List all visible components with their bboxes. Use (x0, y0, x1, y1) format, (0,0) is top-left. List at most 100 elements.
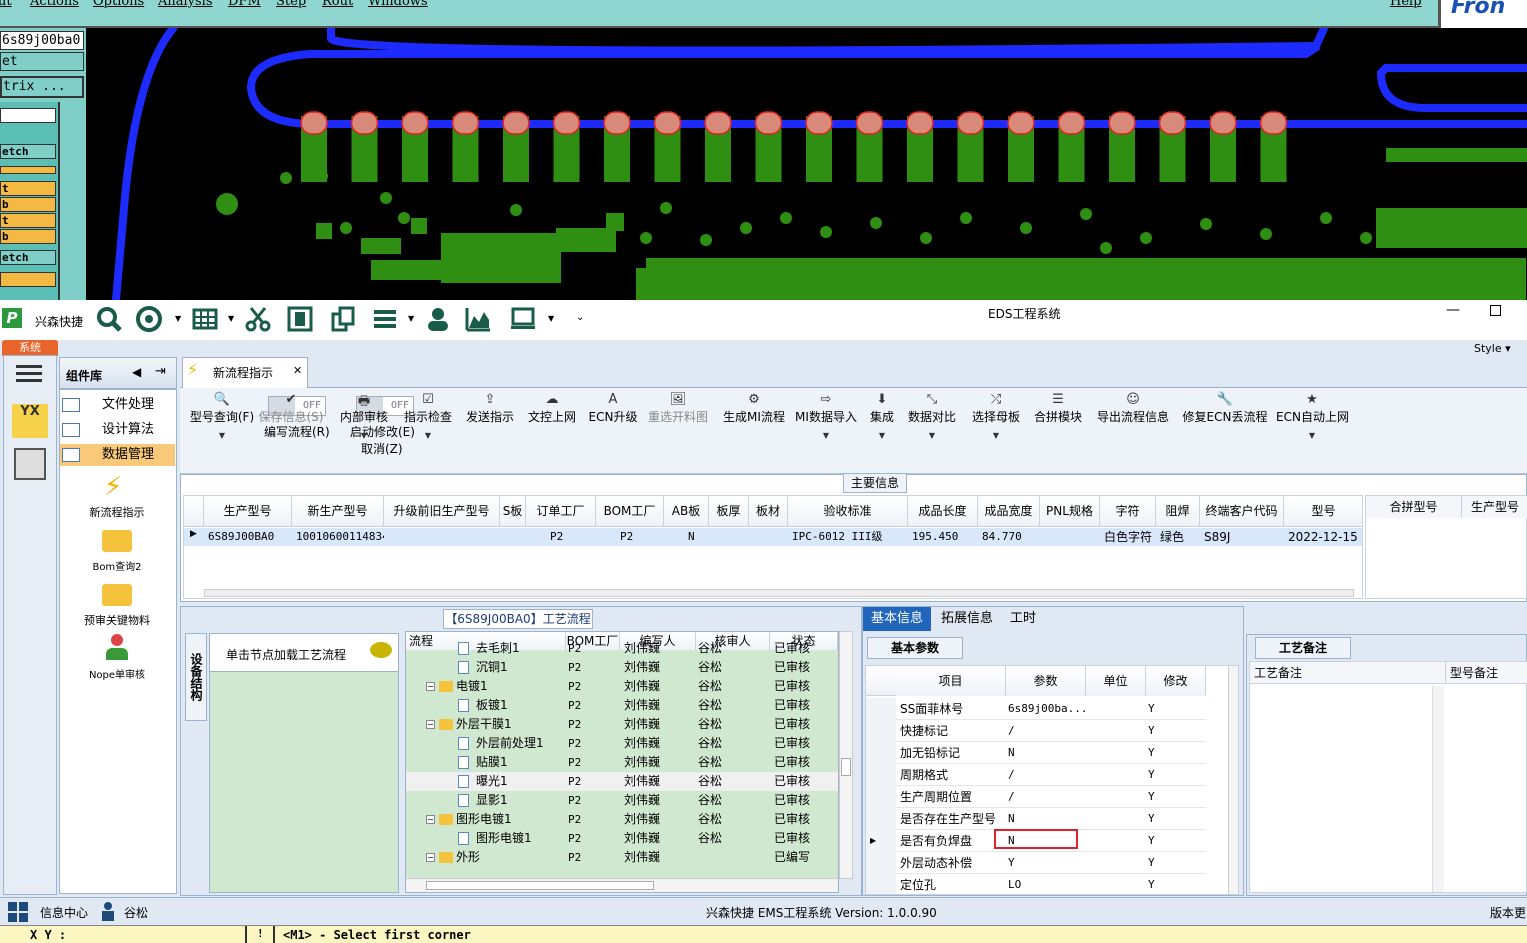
toolbar-button-4[interactable]: ☁ 文控上网 (524, 392, 580, 425)
layer-input[interactable] (0, 108, 56, 123)
dropdown-arrow-icon[interactable]: ▼ (408, 314, 414, 323)
table-cell[interactable] (384, 528, 500, 546)
dropdown-arrow-icon[interactable]: ▼ (792, 431, 860, 440)
menu-item-windows[interactable]: Windows (368, 0, 428, 9)
area-chart-icon[interactable] (465, 306, 491, 332)
user-icon[interactable] (425, 306, 451, 332)
expand-icon[interactable]: − (426, 682, 435, 691)
table-cell[interactable] (1040, 528, 1100, 546)
col-header[interactable]: S板 (500, 496, 526, 526)
expand-icon[interactable]: − (426, 720, 435, 729)
minimize-icon[interactable]: — (1446, 302, 1460, 318)
toolbar-button-10[interactable]: ⤡ 数据对比 ▼ (906, 392, 958, 440)
col-header[interactable]: 板厚 (709, 496, 749, 526)
table-cell[interactable]: 2022-12-15 10 (1284, 528, 1362, 546)
table-cell[interactable]: IPC-6012 III级 (788, 528, 908, 546)
toolbar-button-15[interactable]: ★ ECN自动上网 ▼ (1276, 392, 1349, 440)
tab-extended-info[interactable]: 拓展信息 (933, 607, 1001, 631)
scissors-icon[interactable] (245, 306, 271, 332)
monitor-icon[interactable] (510, 306, 536, 332)
layer-blank-2[interactable] (0, 272, 56, 287)
tree-row[interactable]: 曝光1 P2 刘伟巍 谷松 已审核 (406, 772, 838, 791)
tab-work-hours[interactable]: 工时 (1003, 607, 1043, 631)
horizontal-scrollbar[interactable] (204, 589, 1354, 597)
layer-t-1[interactable]: t (0, 181, 56, 196)
tree-row[interactable]: 显影1 P2 刘伟巍 谷松 已审核 (406, 791, 838, 810)
menu-item-options[interactable]: Options (93, 0, 144, 9)
tree-row[interactable]: 贴膜1 P2 刘伟巍 谷松 已审核 (406, 753, 838, 772)
process-tree[interactable]: 流程 BOM工厂 编写人 核审人 状态 去毛刺1 P2 刘伟巍 谷松 已审核 沉铜1 P2 刘伟巍 谷松… (405, 631, 839, 893)
set-button[interactable]: et (0, 52, 84, 71)
lightning-icon[interactable]: ⚡ (104, 472, 122, 502)
arrow-left-icon[interactable]: ◀ (132, 365, 141, 379)
toolbar-button-2[interactable]: ☑ 指示检查 ▼ (398, 392, 458, 440)
style-menu[interactable]: Style ▾ (1474, 342, 1511, 355)
dropdown-arrow-icon[interactable]: ▼ (334, 431, 394, 440)
table-cell[interactable]: S89J (1200, 528, 1284, 546)
table-cell[interactable] (500, 528, 526, 546)
tree-row[interactable]: 板镀1 P2 刘伟巍 谷松 已审核 (406, 696, 838, 715)
main-info-grid[interactable]: 生产型号 新生产型号 升级前旧生产型号 S板 订单工厂 BOM工厂 AB板 板厚 板材 验收标准成… (183, 495, 1363, 599)
table-cell[interactable]: 6S89J00BA0 (204, 528, 292, 546)
col-header[interactable]: 板材 (749, 496, 788, 526)
col-header[interactable]: 验收标准 (788, 496, 908, 526)
col-header[interactable]: 新生产型号 (292, 496, 384, 526)
apps-grid-icon[interactable] (8, 902, 30, 922)
param-vertical-scrollbar[interactable] (1228, 666, 1238, 894)
tree-row[interactable]: − 外形 P2 刘伟巍 已编写 (406, 848, 838, 867)
component-new-process[interactable]: 新流程指示 (62, 504, 172, 520)
menu-item-analysis[interactable]: Analysis (158, 0, 213, 9)
model-query-button[interactable]: 🔍 型号查询(F) ▼ (186, 392, 258, 440)
subtab-basic-params[interactable]: 基本参数 (867, 637, 963, 659)
col-header[interactable]: 型号 (1284, 496, 1362, 526)
user-review-icon[interactable] (106, 634, 128, 662)
ribbon-tab-system[interactable]: 系统 (2, 340, 58, 356)
col-header[interactable]: 成品长度 (908, 496, 978, 526)
layer-t-2[interactable]: t (0, 213, 56, 228)
toolbar-button-13[interactable]: ☺ 导出流程信息 (1094, 392, 1172, 425)
remarks-scrollbar[interactable] (1432, 686, 1444, 892)
table-cell[interactable]: 195.450 (908, 528, 978, 546)
col-header[interactable]: 生产型号 (204, 496, 292, 526)
grid-icon[interactable] (192, 306, 218, 332)
col-header[interactable]: AB板 (664, 496, 709, 526)
expand-icon[interactable]: − (426, 853, 435, 862)
col-header[interactable]: 订单工厂 (526, 496, 596, 526)
param-row[interactable]: 生产周期位置 / Y (866, 786, 1206, 808)
calculator-icon[interactable] (14, 448, 46, 480)
dropdown-arrow-icon[interactable]: ▼ (968, 431, 1024, 440)
component-precheck[interactable]: 预审关键物料 (62, 612, 172, 628)
maximize-icon[interactable] (1490, 305, 1501, 316)
dropdown-arrow-icon[interactable]: ▼ (906, 431, 958, 440)
tree-row[interactable]: 沉铜1 P2 刘伟巍 谷松 已审核 (406, 658, 838, 677)
matrix-button[interactable]: trix ... (0, 76, 84, 98)
param-col-header[interactable]: 单位 (1086, 666, 1146, 696)
tree-row[interactable]: 去毛刺1 P2 刘伟巍 谷松 已审核 (406, 639, 838, 658)
table-cell[interactable] (709, 528, 749, 546)
layer-etch-2[interactable]: etch (0, 250, 56, 265)
pcb-canvas[interactable] (86, 28, 1527, 300)
toolbar-button-9[interactable]: ⬇ 集成 ▼ (868, 392, 896, 440)
dropdown-arrow-icon[interactable]: ▼ (175, 314, 181, 323)
toolbar-button-7[interactable]: ⚙ 生成MI流程 (718, 392, 790, 425)
remarks-grid[interactable]: 工艺备注 型号备注 (1249, 661, 1527, 893)
folder-icon[interactable] (102, 584, 132, 606)
yx-module-icon[interactable]: YX (12, 404, 48, 438)
toolbar-button-3[interactable]: ⇪ 发送指示 (460, 392, 520, 425)
param-row[interactable]: 定位孔 LO Y (866, 874, 1206, 894)
param-row[interactable]: 加无铅标记 N Y (866, 742, 1206, 764)
toolbar-button-12[interactable]: ☰ 合拼模块 (1032, 392, 1084, 425)
version-update-link[interactable]: 版本更 (1490, 904, 1526, 921)
table-cell[interactable]: P2 (546, 528, 616, 546)
film-icon[interactable] (287, 306, 313, 332)
param-col-header[interactable]: 参数 (1006, 666, 1086, 696)
col-header[interactable]: 阻焊 (1156, 496, 1200, 526)
expand-icon[interactable]: − (426, 815, 435, 824)
param-row[interactable]: 周期格式 / Y (866, 764, 1206, 786)
component-bom-query[interactable]: Bom查询2 (62, 558, 172, 573)
pin-arrow-icon[interactable]: ⇥ (155, 364, 166, 379)
dropdown-arrow-icon[interactable]: ▼ (868, 431, 896, 440)
hint-bar[interactable]: 单击节点加载工艺流程 (210, 634, 398, 672)
toolbar-button-8[interactable]: ⇨ MI数据导入 ▼ (792, 392, 860, 440)
col-header[interactable]: 终端客户代码 (1200, 496, 1284, 526)
